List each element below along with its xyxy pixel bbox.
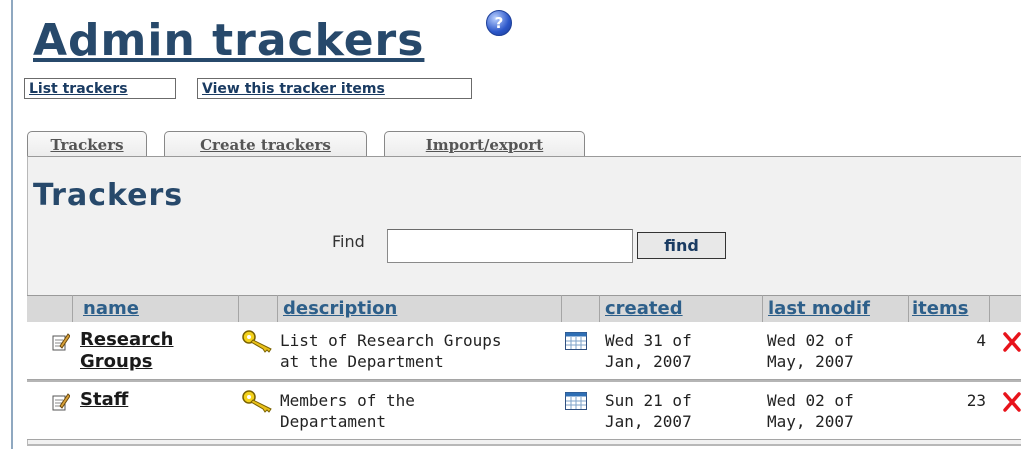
panel-bottom-border: [27, 444, 1021, 446]
page-title[interactable]: Admin trackers: [33, 14, 424, 68]
find-button[interactable]: find: [637, 232, 726, 259]
description-text: Members of the: [280, 391, 415, 410]
last-modif-date: May, 2007: [767, 352, 854, 371]
column-divider: [908, 295, 909, 322]
list-trackers-button[interactable]: List trackers: [24, 78, 176, 99]
table-header: [27, 295, 1021, 322]
header-description[interactable]: description: [283, 296, 397, 321]
header-created[interactable]: created: [605, 296, 683, 321]
column-divider: [238, 295, 239, 322]
column-divider: [989, 295, 990, 322]
header-items[interactable]: items: [912, 296, 968, 321]
last-modif-date: May, 2007: [767, 412, 854, 431]
table-row: [27, 322, 1021, 380]
column-divider: [277, 295, 278, 322]
header-last-modif[interactable]: last modif: [768, 296, 870, 321]
key-icon[interactable]: [241, 389, 277, 413]
key-icon[interactable]: [241, 329, 277, 353]
column-divider: [561, 295, 562, 322]
find-label: Find: [332, 232, 365, 251]
description-text: at the Department: [280, 352, 444, 371]
tab-import-export[interactable]: Import/export: [384, 131, 585, 157]
edit-icon[interactable]: [52, 392, 70, 412]
created-date: Jan, 2007: [605, 352, 692, 371]
column-divider: [762, 295, 763, 322]
calendar-icon[interactable]: [565, 332, 587, 350]
column-divider: [72, 295, 73, 322]
tracker-name-link[interactable]: Research: [80, 329, 174, 350]
description-text: List of Research Groups: [280, 331, 502, 350]
calendar-icon[interactable]: [565, 392, 587, 410]
delete-icon[interactable]: [1003, 332, 1021, 352]
admin-trackers-page: Admin trackers ? List trackers View this…: [0, 0, 1021, 449]
find-input[interactable]: [387, 229, 633, 263]
column-divider: [599, 295, 600, 322]
header-name[interactable]: name: [83, 296, 139, 321]
tracker-name-link[interactable]: Groups: [80, 351, 152, 372]
last-modif-date: Wed 02 of: [767, 391, 854, 410]
left-border: [11, 0, 13, 449]
items-count: 23: [966, 391, 986, 410]
created-date: Jan, 2007: [605, 412, 692, 431]
tab-trackers[interactable]: Trackers: [27, 131, 147, 157]
last-modif-date: Wed 02 of: [767, 331, 854, 350]
items-count: 4: [976, 331, 986, 350]
section-heading: Trackers: [33, 178, 184, 213]
view-tracker-items-button[interactable]: View this tracker items: [197, 78, 472, 99]
tracker-name-link[interactable]: Staff: [80, 389, 128, 410]
created-date: Wed 31 of: [605, 331, 692, 350]
delete-icon[interactable]: [1003, 392, 1021, 412]
description-text: Departament: [280, 412, 386, 431]
table-row: [27, 382, 1021, 440]
help-icon[interactable]: ?: [486, 10, 512, 36]
created-date: Sun 21 of: [605, 391, 692, 410]
tab-create-trackers[interactable]: Create trackers: [164, 131, 367, 157]
edit-icon[interactable]: [52, 332, 70, 352]
